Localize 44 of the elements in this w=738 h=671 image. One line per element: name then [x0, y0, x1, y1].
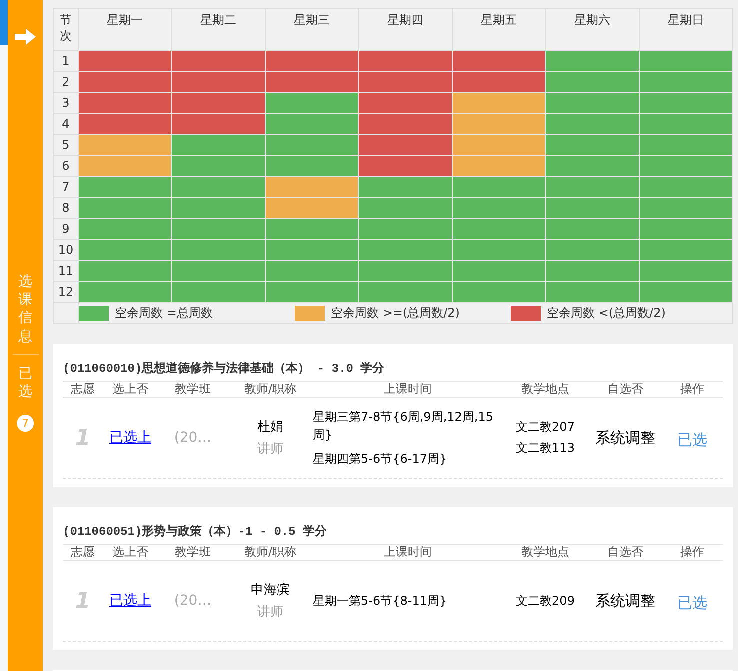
selected-action[interactable]: 已选: [678, 590, 708, 612]
column-header: 教学班: [174, 545, 212, 560]
teacher-name: 申海滨: [251, 582, 290, 599]
status-link[interactable]: 已选上: [110, 429, 152, 447]
column-header: 自选否: [606, 382, 644, 397]
class-location: 文二教113: [516, 440, 575, 457]
column-header: 教师/职称: [243, 382, 298, 397]
column-header: 自选否: [606, 545, 644, 560]
column-header: 上课时间: [383, 545, 433, 560]
column-header: 选上否: [112, 545, 150, 560]
class-location: 文二教207: [516, 419, 575, 436]
legend-label: 空余周数 <(总周数/2): [547, 304, 666, 322]
sidebar-title: 选课信息: [18, 273, 32, 346]
selection-mode: 系统调整: [594, 592, 656, 610]
column-header: 教学地点: [520, 545, 570, 560]
sidebar-section[interactable]: 已选: [18, 364, 32, 402]
column-header: 上课时间: [383, 382, 433, 397]
class-code: (20…: [173, 593, 213, 609]
column-header: 志愿: [70, 382, 96, 397]
status-link[interactable]: 已选上: [110, 592, 152, 610]
selection-mode: 系统调整: [594, 428, 656, 448]
count-badge: 7: [17, 415, 34, 432]
legend-label: 空余周数 >=(总周数/2): [331, 304, 460, 322]
course-title: (011060010)思想道德修养与法律基础（本） - 3.0 学分: [63, 360, 385, 378]
selected-action[interactable]: 已选: [678, 426, 708, 450]
class-location: 文二教209: [516, 592, 575, 610]
column-header: 教学班: [174, 382, 212, 397]
column-header: 教师/职称: [243, 545, 298, 560]
teacher-name: 杜娟: [258, 419, 284, 436]
teacher-rank: 讲师: [258, 441, 284, 458]
column-header: 志愿: [70, 545, 96, 560]
arrow-right-icon[interactable]: [14, 28, 36, 46]
class-code: (20…: [173, 430, 213, 446]
class-time: 星期四第5-6节{6-17周}: [313, 451, 448, 468]
class-time: 星期三第7-8节{6周,9周,12周,15周}: [313, 409, 494, 444]
column-header: 节次: [54, 8, 78, 50]
class-time: 星期一第5-6节{8-11周}: [313, 593, 448, 610]
column-header: 选上否: [112, 382, 150, 397]
course-title: (011060051)形势与政策（本）-1 - 0.5 学分: [63, 524, 328, 541]
legend-label: 空余周数 =总周数: [115, 304, 213, 322]
column-header: 操作: [680, 545, 706, 560]
teacher-rank: 讲师: [258, 604, 284, 621]
column-header: 教学地点: [520, 382, 570, 397]
column-header: 操作: [680, 382, 706, 397]
